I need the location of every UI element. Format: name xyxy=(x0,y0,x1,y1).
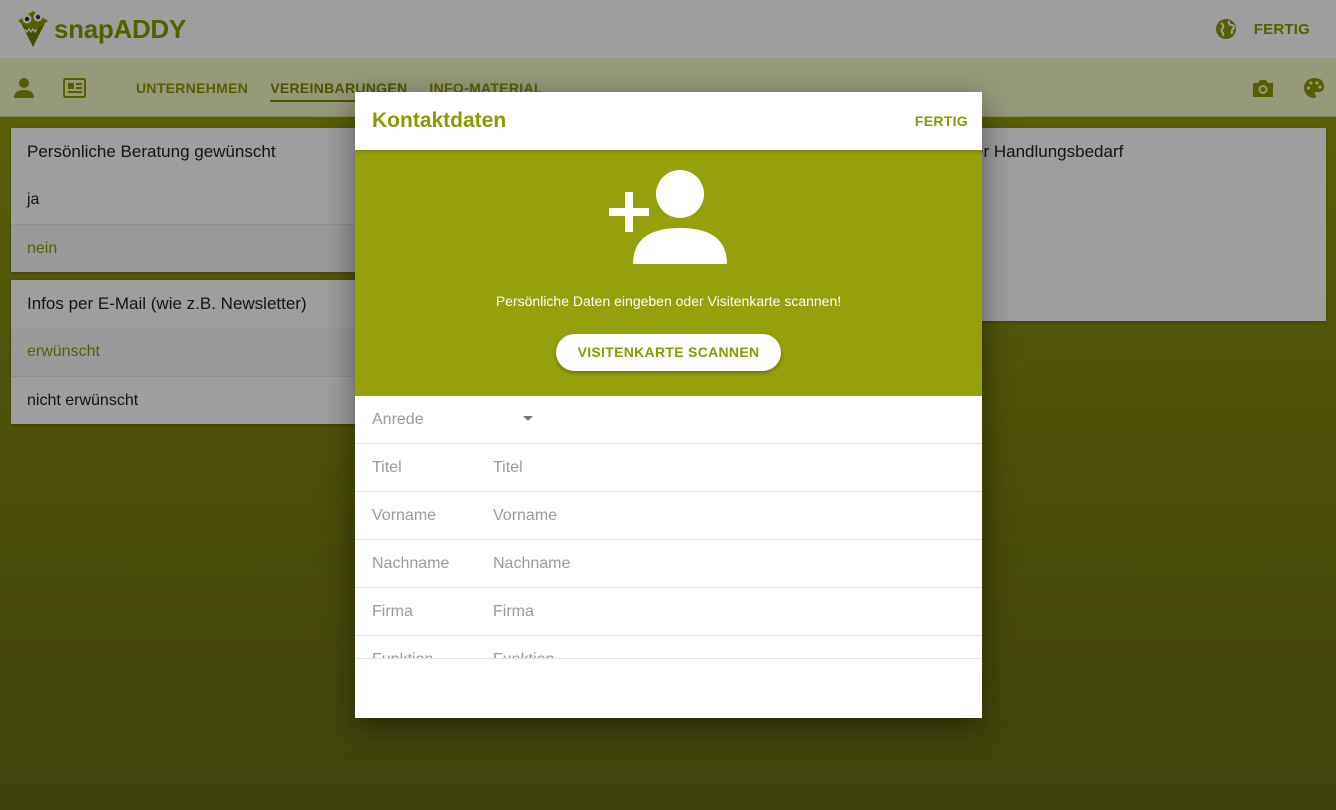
dropdown-arrow-icon[interactable] xyxy=(523,416,533,421)
form-row-vorname: Vorname xyxy=(355,492,982,540)
firma-input[interactable] xyxy=(493,602,793,621)
titel-input[interactable] xyxy=(493,458,793,477)
nachname-input[interactable] xyxy=(493,554,793,573)
dialog-header: Kontaktdaten FERTIG xyxy=(355,92,982,150)
field-label: Firma xyxy=(372,602,413,620)
dialog-title: Kontaktdaten xyxy=(372,109,507,132)
salutation-label: Anrede xyxy=(372,410,424,428)
contact-form: Anrede Titel Vorname Nachname Firma Funk… xyxy=(355,396,982,659)
add-person-icon xyxy=(609,170,727,264)
form-divider xyxy=(355,658,982,659)
field-label: Titel xyxy=(372,458,402,476)
scan-card-button[interactable]: VISITENKARTE SCANNEN xyxy=(556,334,781,371)
salutation-select[interactable]: Anrede xyxy=(355,396,982,444)
form-row-firma: Firma xyxy=(355,588,982,636)
form-row-nachname: Nachname xyxy=(355,540,982,588)
form-row-funktion: Funktion xyxy=(355,636,982,659)
field-label: Nachname xyxy=(372,554,450,572)
hero-instruction: Persönliche Daten eingeben oder Visitenk… xyxy=(495,293,842,309)
dialog-done-button[interactable]: FERTIG xyxy=(915,113,968,129)
dialog-hero: Persönliche Daten eingeben oder Visitenk… xyxy=(355,150,982,396)
form-row-titel: Titel xyxy=(355,444,982,492)
vorname-input[interactable] xyxy=(493,506,793,525)
contact-dialog: Kontaktdaten FERTIG Persönliche Daten ei… xyxy=(355,92,982,718)
field-label: Vorname xyxy=(372,506,437,524)
